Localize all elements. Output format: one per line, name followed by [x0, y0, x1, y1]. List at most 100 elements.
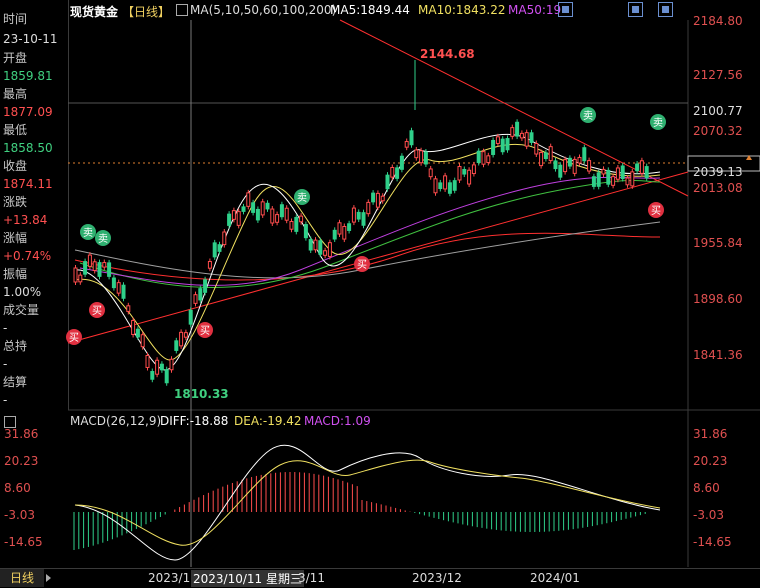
candle [217, 244, 222, 252]
sell-signal-4[interactable]: 卖 [580, 107, 596, 123]
candle [395, 167, 400, 179]
macd-title: MACD(26,12,9) [70, 414, 162, 428]
candle [308, 239, 313, 251]
candle [375, 192, 380, 208]
macd-diff-line [74, 444, 661, 561]
candle [78, 274, 83, 283]
candle [548, 146, 553, 162]
candle [251, 202, 256, 213]
candle [135, 328, 140, 338]
price-tick-3: 2070.32 [693, 124, 743, 138]
candle [337, 222, 342, 235]
candle [227, 213, 232, 226]
candle [390, 167, 395, 178]
next-arrow-icon[interactable] [46, 574, 51, 582]
candle [404, 141, 409, 148]
candle [332, 229, 337, 240]
candle [145, 355, 150, 368]
candle [313, 239, 318, 251]
macd-right-tick-4: -14.65 [693, 535, 732, 549]
candle [443, 175, 448, 190]
candle [591, 176, 596, 187]
candle [102, 262, 107, 268]
candle [423, 151, 428, 165]
macd-left-tick-2: 8.60 [4, 481, 31, 495]
macd-right-tick-1: 20.23 [693, 454, 728, 468]
candle [241, 206, 246, 212]
candle [524, 132, 529, 147]
buy-signal-1[interactable]: 买 [66, 329, 82, 345]
candle [505, 138, 510, 151]
candle [635, 163, 640, 172]
date-label-1: 2023/1( [148, 571, 195, 585]
candle [179, 331, 184, 347]
macd-left-tick-1: 20.23 [4, 454, 39, 468]
candle [140, 334, 145, 348]
candle [92, 261, 97, 271]
candle [371, 192, 376, 203]
buy-signal-5[interactable]: 买 [648, 202, 664, 218]
price-tick-0: 2184.80 [693, 14, 743, 28]
candle [462, 168, 467, 175]
candle [558, 164, 563, 178]
price-tick-8: 1841.36 [693, 348, 743, 362]
candle [193, 294, 198, 304]
candlestick-chart[interactable]: 卖 卖 卖 卖 卖 买 买 买 买 买 [0, 0, 760, 587]
candle [409, 130, 414, 146]
ma5-line [74, 133, 661, 371]
svg-text:卖: 卖 [297, 192, 307, 204]
candle [385, 174, 390, 190]
candle [323, 250, 328, 256]
price-tick-1: 2127.56 [693, 68, 743, 82]
buy-signal-3[interactable]: 买 [197, 322, 213, 338]
macd-value: MACD:1.09 [304, 414, 371, 428]
candle [476, 150, 481, 163]
candle [639, 160, 644, 174]
candle [275, 214, 280, 223]
candle [414, 149, 419, 159]
candle [222, 231, 227, 246]
low-annotation: 1810.33 [174, 387, 229, 401]
tab-daily[interactable]: 日线 [0, 569, 44, 587]
candle [596, 172, 601, 187]
candle [164, 369, 169, 384]
candle [567, 157, 572, 167]
buy-signal-2[interactable]: 买 [89, 302, 105, 318]
candle [529, 132, 534, 143]
candle [294, 216, 299, 232]
sell-signal-5[interactable]: 卖 [650, 114, 666, 130]
svg-text:买: 买 [357, 259, 367, 271]
candle [543, 152, 548, 160]
macd-left-tick-3: -3.03 [4, 508, 36, 522]
candle [366, 201, 371, 215]
candle [203, 279, 208, 293]
buy-signal-4[interactable]: 买 [354, 256, 370, 272]
candle [428, 168, 433, 178]
ma10-line [74, 143, 661, 361]
svg-text:买: 买 [200, 325, 210, 337]
sell-signal-2[interactable]: 卖 [95, 230, 111, 246]
macd-header: MACD(26,12,9) DIFF:-18.88 DEA:-19.42 MAC… [68, 414, 628, 430]
candle [481, 151, 486, 165]
candle [260, 201, 265, 216]
candle [212, 242, 217, 258]
candle [126, 305, 131, 312]
candle [563, 159, 568, 173]
candle [183, 332, 188, 338]
candle [284, 207, 289, 221]
price-tick-5: 2013.08 [693, 181, 743, 195]
candle [553, 160, 558, 170]
candle [361, 212, 366, 226]
ma200-line [74, 232, 661, 281]
candle [625, 177, 630, 186]
candle [419, 150, 424, 164]
candle [342, 226, 347, 240]
candle [83, 261, 88, 275]
price-tick-2: 2100.77 [693, 104, 743, 118]
candle [270, 208, 275, 224]
candle [644, 166, 649, 179]
candle [577, 156, 582, 164]
sell-signal-3[interactable]: 卖 [294, 189, 310, 205]
candle [327, 242, 332, 257]
sell-signal-1[interactable]: 卖 [80, 224, 96, 240]
